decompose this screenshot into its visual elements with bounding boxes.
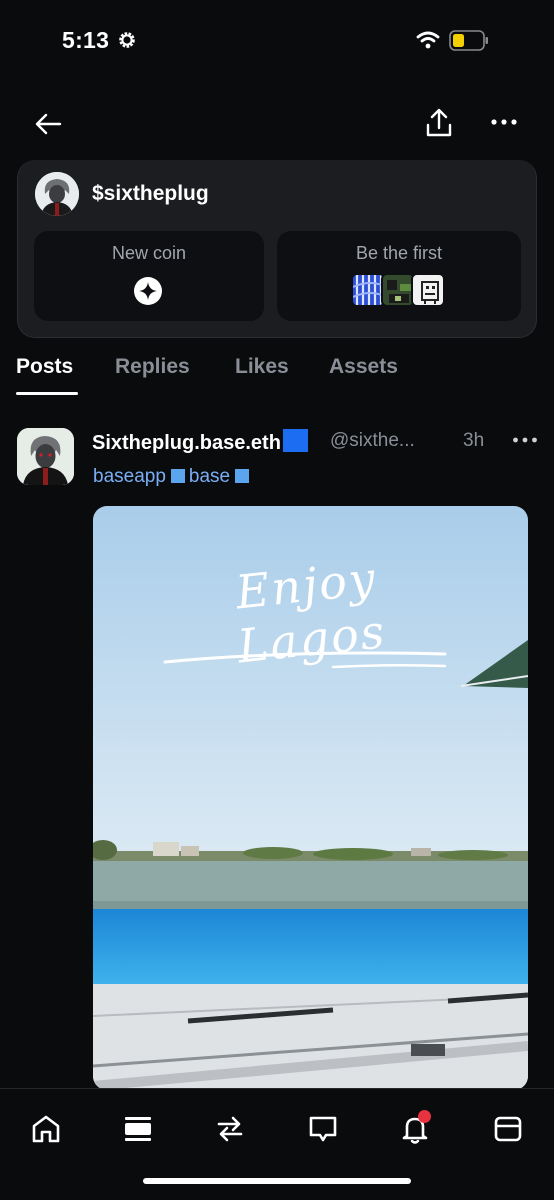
collection-thumb-green xyxy=(381,273,415,307)
collection-thumb-white xyxy=(411,273,445,307)
tab-likes[interactable]: Likes xyxy=(235,355,289,379)
profile-name: $sixtheplug xyxy=(92,182,209,205)
new-coin-button[interactable]: New coin xyxy=(34,231,264,321)
collection-thumbnails xyxy=(351,272,451,308)
share-icon[interactable] xyxy=(425,108,453,138)
home-icon[interactable] xyxy=(30,1113,62,1145)
post-timestamp: 3h xyxy=(463,430,485,451)
post-author-avatar[interactable] xyxy=(17,428,74,485)
notification-badge xyxy=(418,1110,431,1123)
new-coin-label: New coin xyxy=(111,243,187,263)
swap-icon[interactable] xyxy=(214,1113,246,1145)
status-bar: 5:13 xyxy=(0,0,554,84)
battery-icon xyxy=(449,30,488,51)
messages-icon[interactable] xyxy=(307,1113,339,1145)
nav-header xyxy=(0,100,554,148)
post-media[interactable]: Enjoy Lagos xyxy=(93,506,528,1090)
tab-posts[interactable]: Posts xyxy=(16,355,73,379)
feed-icon[interactable] xyxy=(122,1113,154,1145)
post[interactable]: Sixtheplug.base.eth @sixthe... 3h baseap… xyxy=(0,420,554,1090)
post-more-icon[interactable] xyxy=(512,435,538,445)
verified-badge-icon xyxy=(282,429,308,452)
post-author-name[interactable]: Sixtheplug.base.eth xyxy=(92,429,308,455)
wifi-icon xyxy=(416,31,440,49)
notifications-tab[interactable] xyxy=(399,1110,431,1145)
gear-icon xyxy=(119,32,135,48)
back-arrow-icon[interactable] xyxy=(34,112,62,136)
tag-baseapp[interactable]: baseapp xyxy=(93,466,166,487)
profile-avatar[interactable] xyxy=(35,172,79,216)
post-tags: baseapp base xyxy=(93,466,253,488)
sparkle-coin-icon xyxy=(134,277,162,305)
blue-square-icon xyxy=(235,469,250,483)
post-author-handle[interactable]: @sixthe... xyxy=(330,430,415,452)
tab-assets[interactable]: Assets xyxy=(329,355,398,379)
tab-replies[interactable]: Replies xyxy=(115,355,190,379)
be-the-first-label: Be the first xyxy=(355,243,443,263)
profile-tabs: Posts Replies Likes Assets xyxy=(0,352,554,398)
be-the-first-button[interactable]: Be the first xyxy=(277,231,521,321)
profile-card: $sixtheplug New coin Be the first xyxy=(17,160,537,338)
active-tab-indicator xyxy=(16,392,78,395)
post-author-text: Sixtheplug.base.eth xyxy=(92,432,281,454)
wallet-icon[interactable] xyxy=(492,1113,524,1145)
status-time: 5:13 xyxy=(62,27,110,53)
blue-square-icon xyxy=(170,469,185,483)
home-indicator xyxy=(143,1178,411,1184)
tag-base[interactable]: base xyxy=(189,466,230,487)
collection-thumb-blue xyxy=(351,273,385,307)
more-icon[interactable] xyxy=(490,116,518,128)
